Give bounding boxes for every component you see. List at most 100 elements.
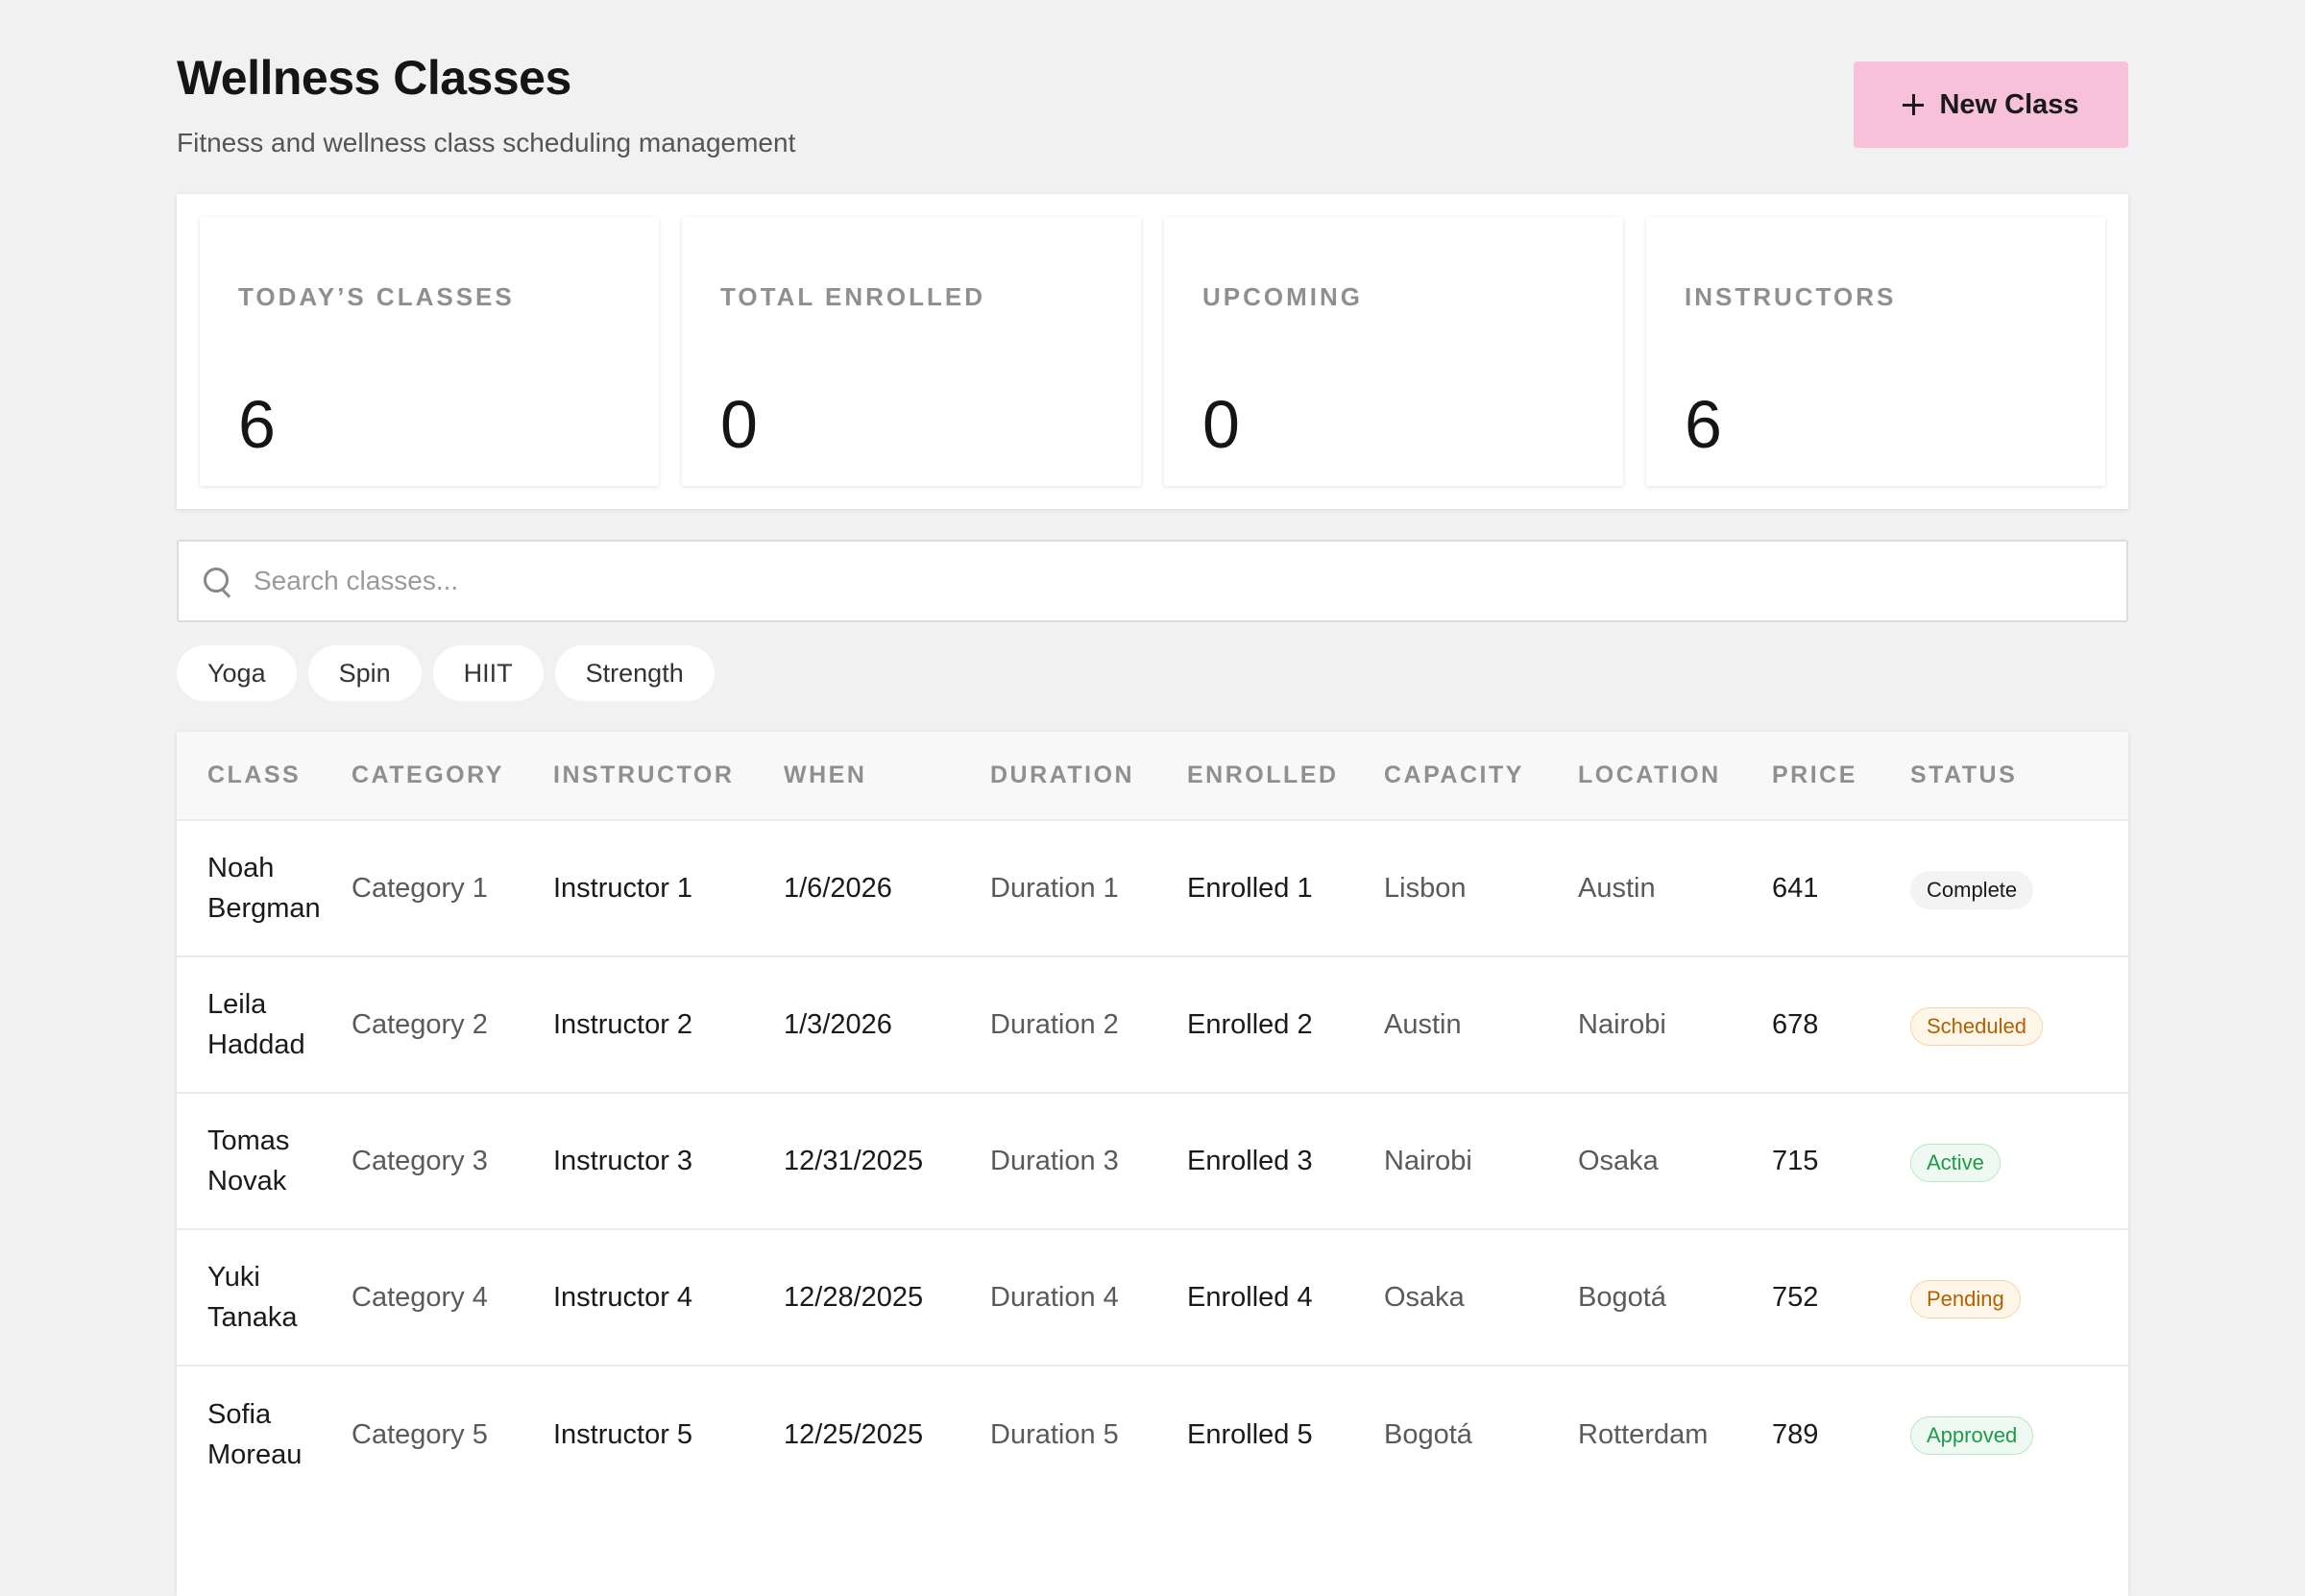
filter-chip-spin[interactable]: Spin [307, 645, 422, 701]
cell-enrolled: Enrolled 2 [1187, 1009, 1313, 1040]
cell-instructor: Instructor 5 [553, 1418, 693, 1450]
cell-duration: Duration 5 [990, 1418, 1119, 1450]
stat-card-instructors: INSTRUCTORS 6 [1646, 217, 2105, 486]
table-row[interactable]: Sofia Moreau Category 5 Instructor 5 12/… [177, 1366, 2128, 1502]
status-badge: Pending [1910, 1279, 2021, 1318]
cell-when: 12/31/2025 [784, 1146, 924, 1176]
cell-status: Approved [1880, 1366, 2128, 1502]
cell-class: Tomas Novak [207, 1125, 290, 1197]
cell-category: Category 4 [352, 1282, 488, 1313]
table-row[interactable]: Leila Haddad Category 2 Instructor 2 1/3… [177, 956, 2128, 1093]
stat-value: 6 [238, 387, 276, 462]
cell-instructor: Instructor 1 [553, 873, 693, 904]
cell-capacity: Austin [1384, 1009, 1462, 1040]
table-row[interactable]: Noah Bergman Category 1 Instructor 1 1/6… [177, 820, 2128, 956]
stat-card-total-enrolled: TOTAL ENROLLED 0 [682, 217, 1141, 486]
filter-chip-strength[interactable]: Strength [554, 645, 715, 701]
cell-instructor: Instructor 2 [553, 1009, 693, 1040]
stat-value: 0 [1202, 387, 1240, 462]
column-header-class[interactable]: CLASS [177, 732, 321, 820]
stat-value: 0 [720, 387, 758, 462]
cell-location: Nairobi [1578, 1009, 1666, 1040]
cell-category: Category 1 [352, 873, 488, 904]
cell-when: 1/6/2026 [784, 873, 892, 904]
column-header-duration[interactable]: DURATION [959, 732, 1156, 820]
status-badge: Scheduled [1910, 1006, 2043, 1046]
column-header-location[interactable]: LOCATION [1547, 732, 1741, 820]
cell-enrolled: Enrolled 3 [1187, 1146, 1313, 1176]
page-header: Wellness Classes Fitness and wellness cl… [177, 0, 2128, 192]
cell-when: 12/25/2025 [784, 1418, 924, 1450]
cell-price: 789 [1772, 1418, 1819, 1450]
new-class-button[interactable]: New Class [1854, 61, 2128, 148]
search-icon [202, 566, 232, 596]
cell-class: Leila Haddad [207, 989, 305, 1060]
stat-label: INSTRUCTORS [1685, 282, 1897, 311]
cell-price: 678 [1772, 1009, 1819, 1040]
stat-value: 6 [1685, 387, 1722, 462]
column-header-status[interactable]: STATUS [1880, 732, 2128, 820]
cell-duration: Duration 1 [990, 873, 1119, 904]
new-class-button-label: New Class [1939, 88, 2079, 120]
plus-icon [1903, 94, 1925, 115]
table-row[interactable]: Yuki Tanaka Category 4 Instructor 4 12/2… [177, 1229, 2128, 1366]
cell-class: Noah Bergman [207, 853, 321, 924]
status-badge: Approved [1910, 1416, 2034, 1455]
column-header-capacity[interactable]: CAPACITY [1353, 732, 1547, 820]
column-header-category[interactable]: CATEGORY [321, 732, 522, 820]
cell-enrolled: Enrolled 4 [1187, 1282, 1313, 1313]
cell-location: Rotterdam [1578, 1418, 1709, 1450]
cell-instructor: Instructor 4 [553, 1282, 693, 1313]
stats-panel: TODAY’S CLASSES 6 TOTAL ENROLLED 0 UPCOM… [177, 194, 2128, 509]
cell-when: 1/3/2026 [784, 1009, 892, 1040]
cell-class: Yuki Tanaka [207, 1262, 298, 1333]
cell-location: Bogotá [1578, 1282, 1666, 1313]
cell-location: Osaka [1578, 1146, 1659, 1176]
cell-status: Scheduled [1880, 956, 2128, 1093]
cell-when: 12/28/2025 [784, 1282, 924, 1313]
cell-instructor: Instructor 3 [553, 1146, 693, 1176]
cell-capacity: Bogotá [1384, 1418, 1472, 1450]
cell-duration: Duration 2 [990, 1009, 1119, 1040]
classes-table: CLASS CATEGORY INSTRUCTOR WHEN DURATION … [177, 732, 2128, 1596]
cell-enrolled: Enrolled 5 [1187, 1418, 1313, 1450]
cell-status: Active [1880, 1093, 2128, 1229]
cell-price: 641 [1772, 873, 1819, 904]
filter-chip-yoga[interactable]: Yoga [177, 645, 297, 701]
column-header-when[interactable]: WHEN [753, 732, 959, 820]
table-row[interactable]: Tomas Novak Category 3 Instructor 3 12/3… [177, 1093, 2128, 1229]
cell-price: 715 [1772, 1146, 1819, 1176]
cell-location: Austin [1578, 873, 1656, 904]
cell-enrolled: Enrolled 1 [1187, 873, 1313, 904]
search-input[interactable] [252, 565, 2126, 597]
filter-chip-hiit[interactable]: HIIT [432, 645, 544, 701]
cell-category: Category 3 [352, 1146, 488, 1176]
search-bar [177, 540, 2128, 622]
page: Wellness Classes Fitness and wellness cl… [177, 0, 2128, 1596]
page-title: Wellness Classes [177, 51, 571, 105]
table-header-row: CLASS CATEGORY INSTRUCTOR WHEN DURATION … [177, 732, 2128, 820]
cell-capacity: Osaka [1384, 1282, 1465, 1313]
column-header-enrolled[interactable]: ENROLLED [1156, 732, 1353, 820]
cell-capacity: Lisbon [1384, 873, 1467, 904]
cell-price: 752 [1772, 1282, 1819, 1313]
column-header-instructor[interactable]: INSTRUCTOR [522, 732, 753, 820]
cell-duration: Duration 3 [990, 1146, 1119, 1176]
cell-status: Pending [1880, 1229, 2128, 1366]
stat-label: TOTAL ENROLLED [720, 282, 985, 311]
cell-category: Category 2 [352, 1009, 488, 1040]
status-badge: Complete [1910, 870, 2034, 909]
cell-status: Complete [1880, 820, 2128, 956]
page-subtitle: Fitness and wellness class scheduling ma… [177, 128, 796, 157]
cell-duration: Duration 4 [990, 1282, 1119, 1313]
stat-label: UPCOMING [1202, 282, 1363, 311]
cell-class: Sofia Moreau [207, 1398, 303, 1470]
cell-capacity: Nairobi [1384, 1146, 1472, 1176]
column-header-price[interactable]: PRICE [1741, 732, 1880, 820]
stat-label: TODAY’S CLASSES [238, 282, 515, 311]
status-badge: Active [1910, 1143, 2001, 1182]
stat-card-todays-classes: TODAY’S CLASSES 6 [200, 217, 659, 486]
category-filters: Yoga Spin HIIT Strength [177, 645, 715, 701]
cell-category: Category 5 [352, 1418, 488, 1450]
stat-card-upcoming: UPCOMING 0 [1164, 217, 1623, 486]
